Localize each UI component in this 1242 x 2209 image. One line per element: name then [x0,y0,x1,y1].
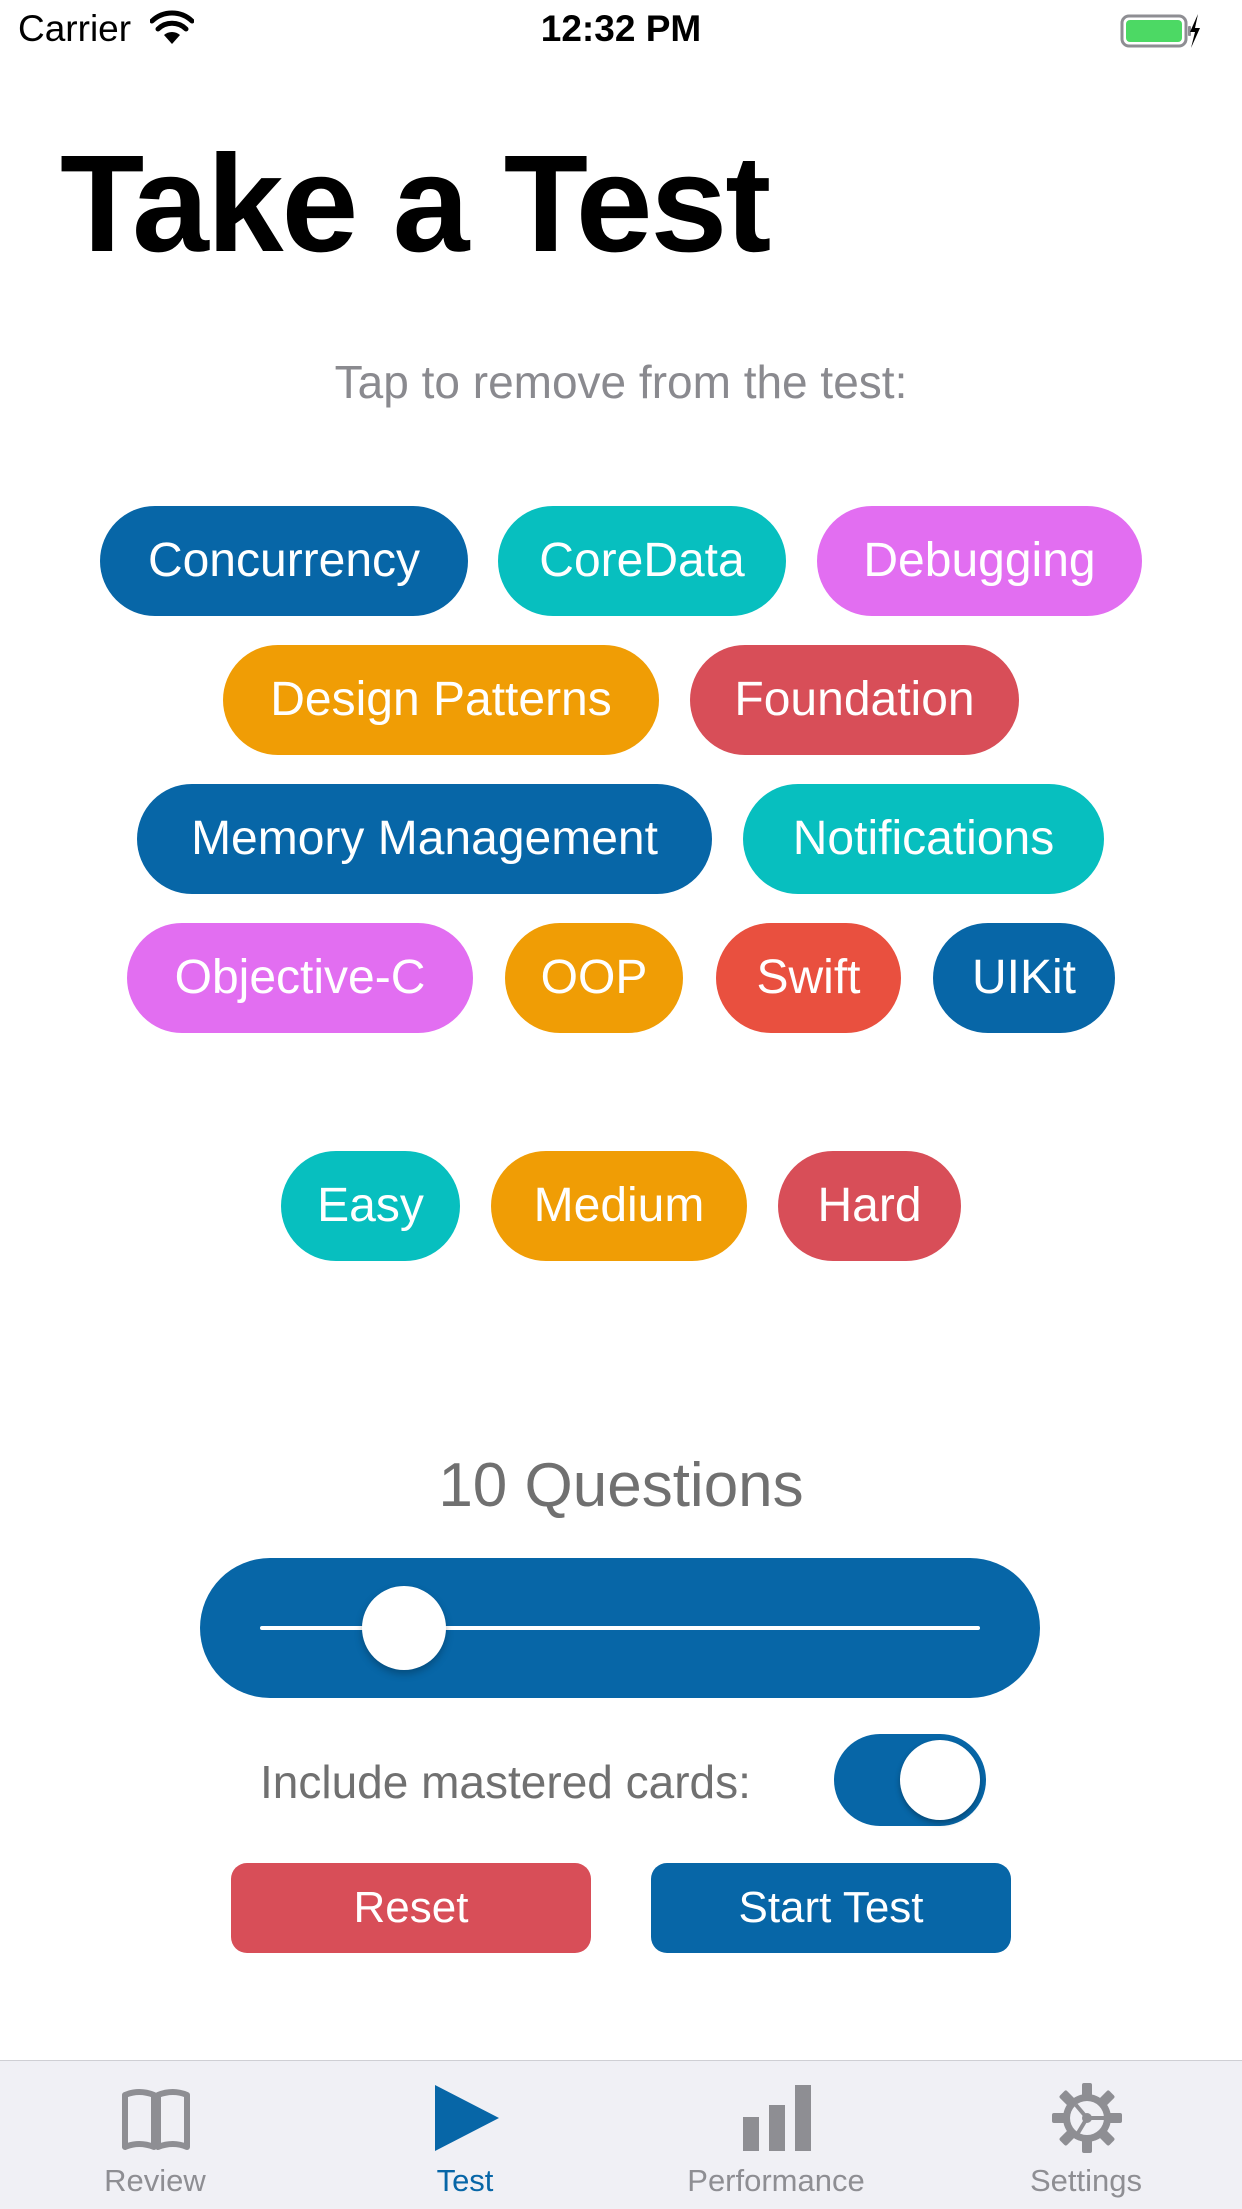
reset-button[interactable]: Reset [231,1863,591,1953]
topic-pill-notifications[interactable]: Notifications [743,784,1104,894]
play-icon [435,2085,499,2151]
page-title: Take a Test [60,127,771,281]
difficulty-pill-hard[interactable]: Hard [778,1151,961,1261]
topic-pill-debugging[interactable]: Debugging [817,506,1142,616]
include-mastered-label: Include mastered cards: [260,1756,751,1808]
tab-test[interactable]: Test [310,2061,620,2209]
status-bar: Carrier 12:32 PM [0,0,1242,60]
status-time: 12:32 PM [540,8,702,49]
gear-icon [1052,2083,1122,2153]
toggle-knob [900,1740,980,1820]
difficulty-pill-medium[interactable]: Medium [491,1151,747,1261]
subtitle: Tap to remove from the test: [334,356,908,408]
bar-chart-icon [743,2085,811,2151]
book-icon [122,2089,190,2150]
topic-pill-memory-management[interactable]: Memory Management [137,784,712,894]
topic-pill-swift[interactable]: Swift [716,923,901,1033]
topic-pill-objective-c[interactable]: Objective-C [127,923,473,1033]
topic-pill-foundation[interactable]: Foundation [690,645,1019,755]
battery-charging-icon [1120,14,1200,48]
start-test-button[interactable]: Start Test [651,1863,1011,1953]
tab-label-review: Review [104,2163,206,2198]
topic-pill-design-patterns[interactable]: Design Patterns [223,645,659,755]
tab-bar: Review Test Performance Settings [0,2060,1242,2209]
include-mastered-toggle[interactable] [834,1734,986,1826]
tab-performance[interactable]: Performance [621,2061,931,2209]
question-count-label: 10 Questions [438,1451,804,1520]
tab-settings[interactable]: Settings [931,2061,1241,2209]
topic-pill-oop[interactable]: OOP [505,923,683,1033]
tab-label-test: Test [436,2163,494,2198]
topic-pill-concurrency[interactable]: Concurrency [100,506,468,616]
slider-thumb[interactable] [362,1586,446,1670]
difficulty-pill-easy[interactable]: Easy [281,1151,460,1261]
tab-label-settings: Settings [1029,2163,1142,2198]
question-count-slider[interactable] [200,1558,1040,1698]
topic-pill-uikit[interactable]: UIKit [933,923,1115,1033]
tab-label-performance: Performance [687,2163,865,2198]
tab-review[interactable]: Review [0,2061,310,2209]
topic-pill-coredata[interactable]: CoreData [498,506,786,616]
